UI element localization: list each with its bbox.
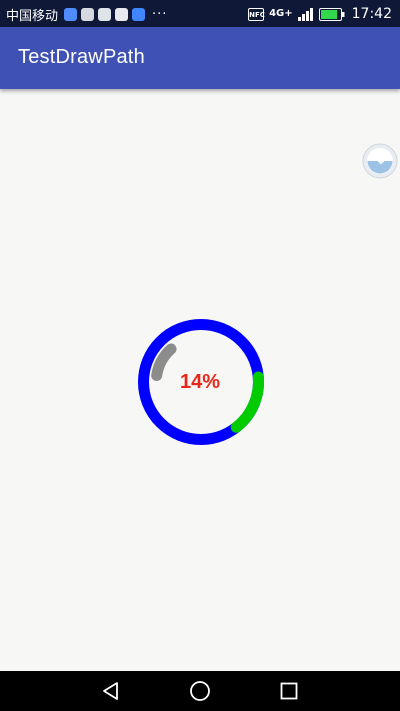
- home-button[interactable]: [180, 671, 220, 711]
- network-type-label: 4G+: [269, 8, 293, 19]
- nfc-icon: NFC: [248, 7, 265, 21]
- recent-apps-button[interactable]: [269, 671, 309, 711]
- carrier-name: 中国移动: [6, 8, 59, 24]
- shield-app-icon: [64, 7, 78, 21]
- recent-square-icon: [280, 682, 298, 700]
- storage-app-icon: [81, 7, 95, 21]
- status-bar-right: NFC 4G+ 17:42: [248, 4, 392, 24]
- status-bar-left: 中国移动 ···: [6, 4, 167, 24]
- progress-percent-label: 14%: [179, 371, 221, 393]
- app-title: TestDrawPath: [18, 46, 145, 68]
- security-app-icon: [98, 7, 112, 21]
- home-circle-icon: [190, 681, 210, 701]
- phone-screen: 中国移动 ··· NFC 4G+ 17:42 TestDrawPath 14%: [0, 0, 400, 711]
- more-notifications-icon: ···: [152, 6, 168, 22]
- status-bar: 中国移动 ··· NFC 4G+ 17:42: [0, 0, 400, 27]
- huawei-app-icon: [115, 7, 129, 21]
- navigation-bar: [0, 671, 400, 711]
- back-triangle-icon: [103, 682, 118, 700]
- battery-icon: [318, 7, 345, 21]
- floating-assistant-icon[interactable]: [362, 143, 398, 179]
- download-app-icon: [132, 7, 146, 21]
- circular-progress-view: 14%: [136, 317, 266, 447]
- status-clock: 17:42: [351, 6, 392, 22]
- signal-icon: [297, 7, 313, 21]
- main-content: 14%: [0, 89, 400, 671]
- app-toolbar: TestDrawPath: [0, 27, 400, 89]
- back-button[interactable]: [91, 671, 131, 711]
